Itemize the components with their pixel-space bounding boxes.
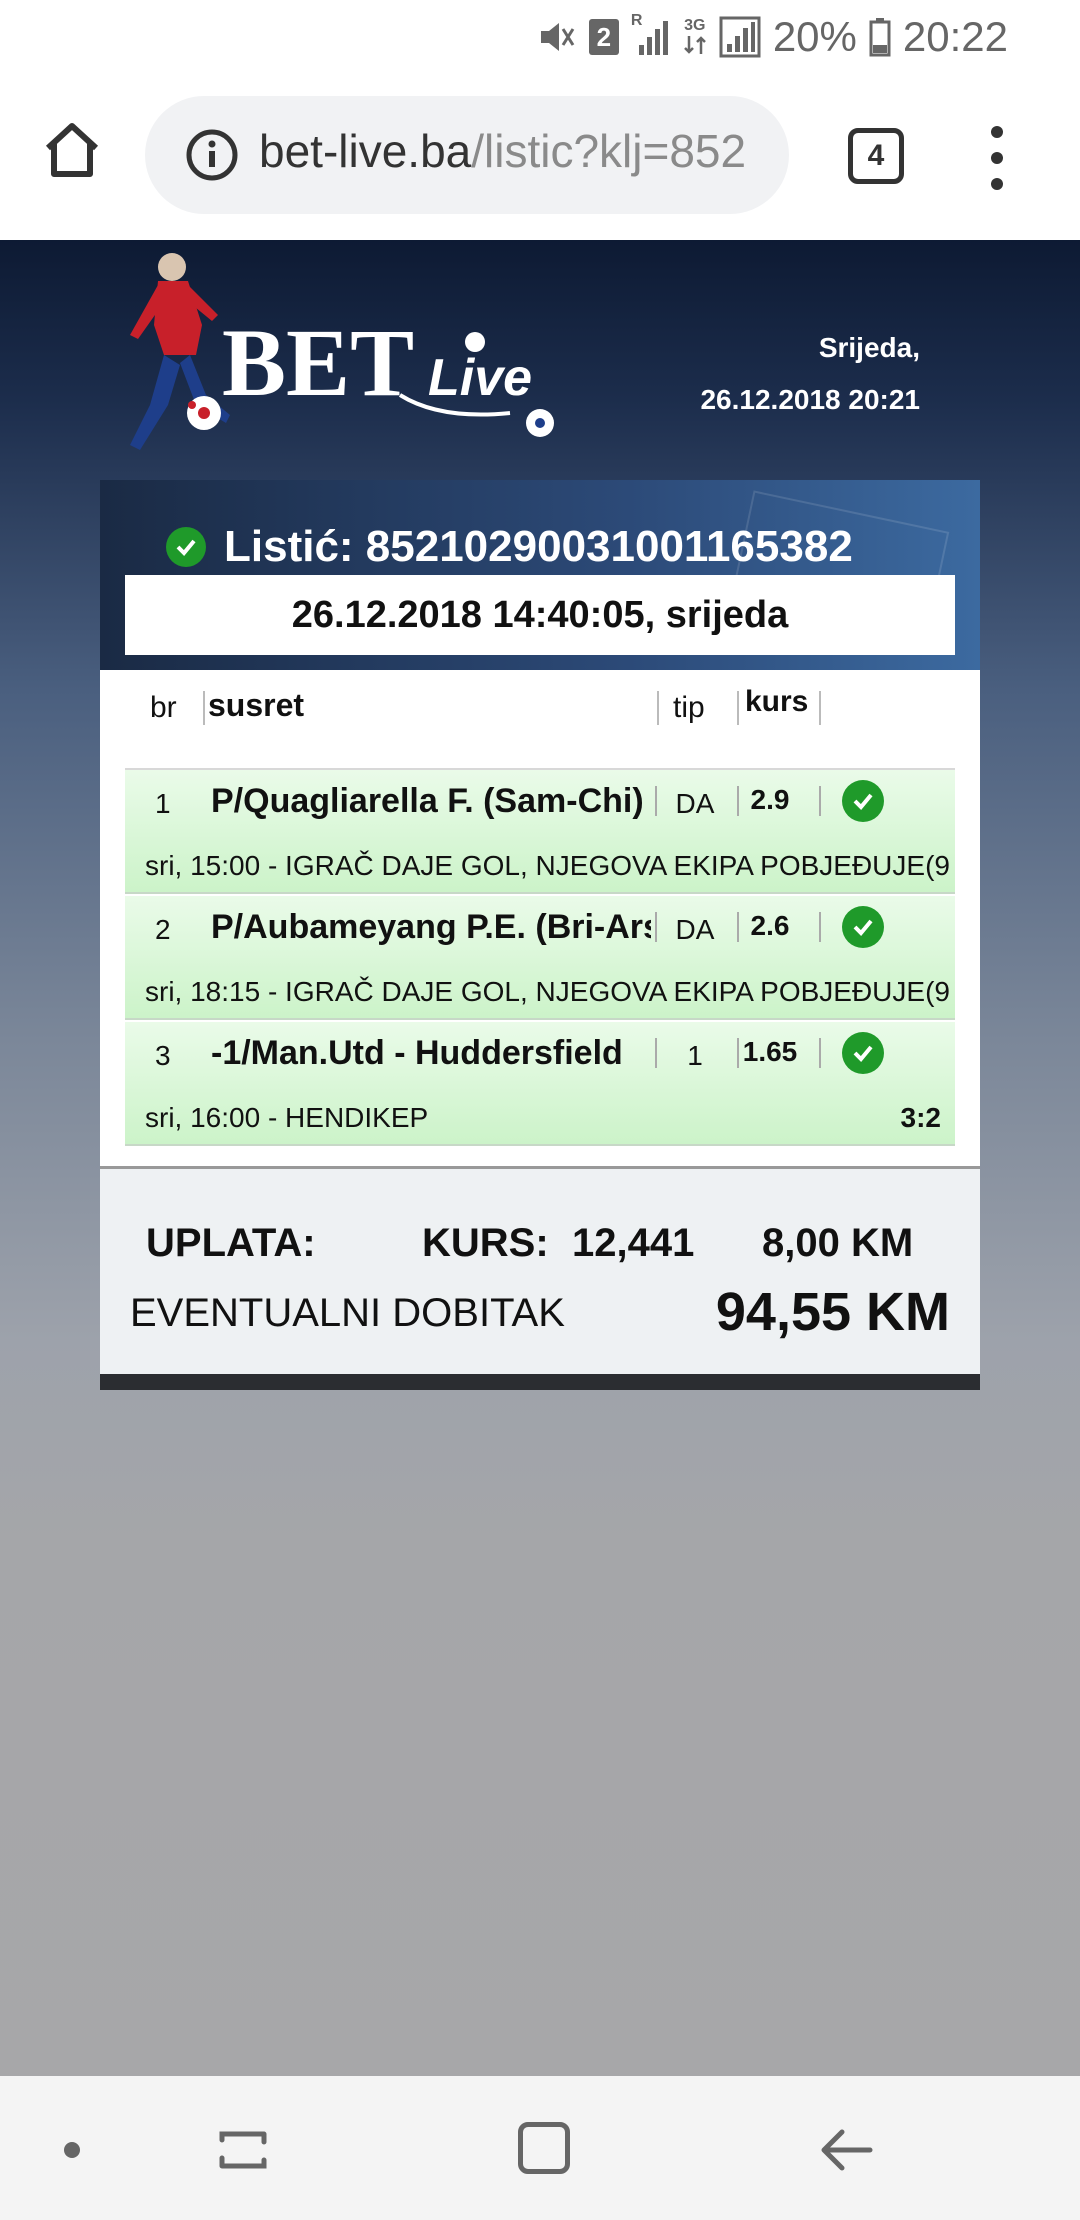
bet-number: 2 <box>155 914 171 945</box>
column-divider <box>737 786 739 816</box>
header-day: Srijeda, <box>818 332 920 363</box>
column-tip: tip <box>673 691 705 724</box>
column-divider <box>655 912 657 942</box>
home-nav-button[interactable] <box>518 2122 570 2174</box>
recent-apps-button[interactable] <box>214 2120 274 2180</box>
mute-icon <box>537 17 577 57</box>
sim-slot-badge: 2 <box>588 19 619 55</box>
signal-r-icon: R <box>631 13 671 57</box>
potential-win-value: 94,55 KM <box>715 1282 950 1342</box>
battery-icon <box>869 17 891 57</box>
ticket-card: Listić: 85210290031001165382 26.12.2018 … <box>100 480 980 1390</box>
back-button[interactable] <box>818 2120 878 2180</box>
home-icon <box>45 123 99 177</box>
status-bar: 2 R 3G 20% 20:22 <box>0 0 1080 74</box>
football-player-icon <box>130 253 230 450</box>
network-3g-icon: 3G <box>683 18 707 56</box>
check-icon <box>166 527 206 567</box>
ticket-id: Listić: 85210290031001165382 <box>224 522 853 571</box>
bet-match: P/Quagliarella F. (Sam-Chi) <box>211 782 644 820</box>
signal-icon <box>719 16 761 58</box>
bet-row[interactable]: 1 P/Quagliarella F. (Sam-Chi) DA 2.9 sri… <box>125 770 955 894</box>
won-check-icon <box>842 906 884 948</box>
bet-detail: sri, 16:00 - HENDIKEP <box>145 1102 429 1133</box>
url-bar[interactable]: bet-live.ba/listic?klj=852 <box>145 96 789 214</box>
table-header: br susret tip kurs <box>125 655 955 770</box>
ticket-date: 26.12.2018 14:40:05, srijeda <box>125 575 955 655</box>
bet-match: P/Aubameyang P.E. (Bri-Ars) <box>211 908 651 946</box>
column-divider <box>737 1038 739 1068</box>
web-page: BET Live Srijeda, 26.12.2018 20:21 Listi… <box>0 240 1080 2076</box>
column-divider <box>819 691 821 725</box>
header-datetime: 26.12.2018 20:21 <box>700 384 920 415</box>
column-susret: susret <box>208 687 305 723</box>
bet-odds: 2.9 <box>750 784 790 815</box>
menu-dot <box>991 126 1003 138</box>
home-button[interactable] <box>40 118 104 182</box>
nav-indicator-dot <box>64 2142 80 2158</box>
header-date: Srijeda, 26.12.2018 20:21 <box>700 322 920 426</box>
menu-dot <box>991 152 1003 164</box>
column-divider <box>819 1038 821 1068</box>
bet-match: -1/Man.Utd - Huddersfield <box>211 1034 623 1072</box>
ticket-title: Listić: 85210290031001165382 <box>166 522 853 572</box>
won-check-icon <box>842 780 884 822</box>
logo-text-bet: BET <box>222 309 414 416</box>
column-divider <box>737 912 739 942</box>
url-text[interactable]: bet-live.ba/listic?klj=852 <box>259 124 779 178</box>
column-divider <box>655 786 657 816</box>
column-divider <box>657 691 659 725</box>
ticket-summary: UPLATA: KURS: 12,441 8,00 KM EVENTUALNI … <box>100 1166 980 1374</box>
logo-text-live: Live <box>428 349 532 407</box>
column-divider <box>203 691 205 725</box>
menu-dot <box>991 178 1003 190</box>
tab-switcher-button[interactable]: 4 <box>848 128 904 184</box>
stake-label: UPLATA: <box>146 1221 316 1265</box>
betlive-logo[interactable]: BET Live <box>110 245 570 465</box>
roaming-label: R <box>630 12 643 29</box>
stake-value: 8,00 KM <box>762 1221 914 1265</box>
column-divider <box>819 912 821 942</box>
column-divider <box>819 786 821 816</box>
column-divider <box>655 1038 657 1068</box>
bet-row[interactable]: 2 P/Aubameyang P.E. (Bri-Ars) DA 2.6 sri… <box>125 896 955 1020</box>
bet-number: 1 <box>155 788 171 819</box>
bet-detail: sri, 18:15 - IGRAČ DAJE GOL, NJEGOVA EKI… <box>145 976 950 1007</box>
bet-tip: DA <box>675 788 715 819</box>
overflow-menu-button[interactable] <box>982 126 1012 190</box>
browser-toolbar: bet-live.ba/listic?klj=852 4 <box>0 74 1080 240</box>
clock: 20:22 <box>902 13 1008 60</box>
bet-tip: DA <box>675 914 715 945</box>
bet-number: 3 <box>155 1040 171 1071</box>
info-icon[interactable] <box>185 128 239 182</box>
ticket-bottom-bar <box>100 1374 980 1390</box>
battery-percent: 20% <box>772 13 857 60</box>
column-br: br <box>150 691 177 724</box>
column-kurs: kurs <box>745 685 809 718</box>
status-icons: 2 R 3G 20% 20:22 <box>537 10 1008 64</box>
total-odds-label: KURS: <box>422 1221 549 1265</box>
potential-win-label: EVENTUALNI DOBITAK <box>130 1291 565 1335</box>
bet-odds: 1.65 <box>742 1036 798 1067</box>
bet-result: 3:2 <box>900 1102 941 1133</box>
bet-row[interactable]: 3 -1/Man.Utd - Huddersfield 1 1.65 sri, … <box>125 1022 955 1146</box>
bet-tip: 1 <box>687 1040 703 1071</box>
bet-detail: sri, 15:00 - IGRAČ DAJE GOL, NJEGOVA EKI… <box>145 850 950 881</box>
total-odds-value: 12,441 <box>572 1221 695 1265</box>
column-divider <box>737 691 739 725</box>
bet-odds: 2.6 <box>750 910 790 941</box>
url-domain: bet-live.ba <box>259 125 472 177</box>
url-path: /listic?klj=852 <box>471 125 747 177</box>
system-nav-bar <box>0 2076 1080 2220</box>
won-check-icon <box>842 1032 884 1074</box>
network-3g-label: 3G <box>684 17 706 34</box>
